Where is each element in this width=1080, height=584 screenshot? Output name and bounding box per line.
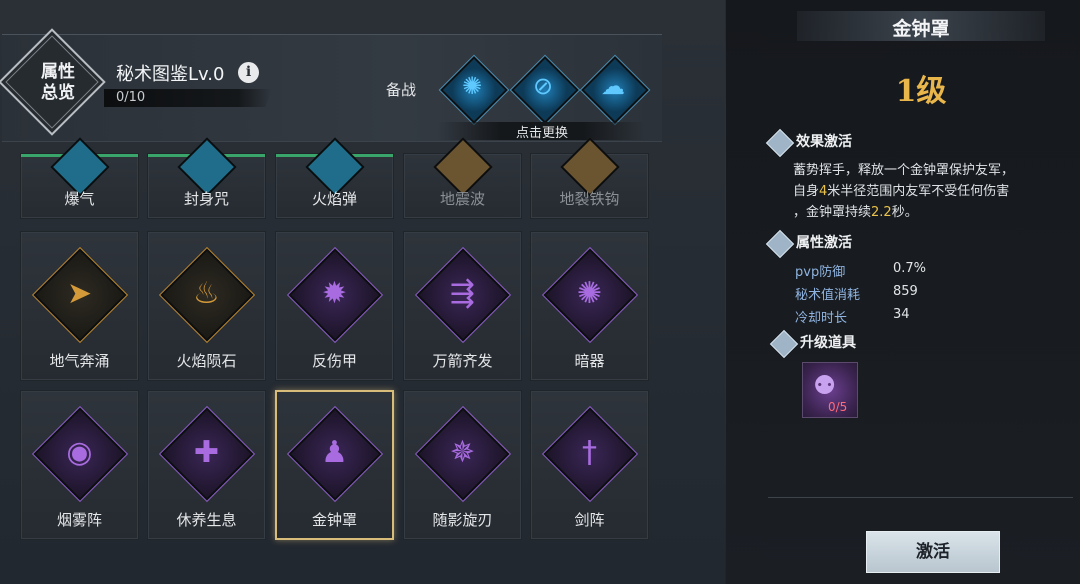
recuperate-icon: ✚	[193, 435, 220, 470]
swap-hint[interactable]: 点击更换	[516, 122, 568, 141]
earth-surge-icon: ➤	[66, 276, 93, 311]
lightning-orb-icon: ✺	[461, 72, 483, 100]
hidden-weapon-icon: ✺	[576, 276, 603, 311]
skill-card-dizhenbo[interactable]: 地震波	[403, 137, 522, 219]
skill-label: 地裂铁钩	[559, 190, 620, 208]
skill-card-yanwuzhen[interactable]: ◉ 烟雾阵	[20, 390, 139, 540]
skill-card-diqibenyong[interactable]: ➤ 地气奔涌	[20, 231, 139, 381]
attribute-overview-label[interactable]: 属性 总览	[28, 62, 88, 104]
codex-progress-text: 0/10	[116, 90, 146, 105]
stat-value-cost: 859	[893, 284, 918, 299]
reserve-label: 备战	[386, 81, 417, 99]
skill-card-anqi[interactable]: ✺ 暗器	[530, 231, 649, 381]
spirit-wisp-icon: ☁	[601, 72, 625, 100]
meteor-flame-icon: ♨	[193, 276, 220, 311]
skill-label: 封身咒	[183, 190, 229, 208]
skill-label: 反伤甲	[311, 352, 357, 370]
skill-scroll-icon: ⚉	[813, 371, 837, 401]
skill-label: 随影旋刃	[432, 511, 493, 529]
skill-card-huoyandan[interactable]: 火焰弹	[275, 137, 394, 219]
skill-label: 地气奔涌	[49, 352, 110, 370]
skill-label: 地震波	[439, 190, 485, 208]
skill-label: 爆气	[64, 190, 95, 208]
effect-section-title: 效果激活	[796, 134, 852, 150]
skill-label: 万箭齐发	[432, 352, 493, 370]
skill-label: 金钟罩	[311, 511, 357, 529]
arrow-volley-icon: ⇶	[449, 276, 476, 311]
upgrade-item-count: 0/5	[828, 400, 848, 414]
smoke-array-icon: ◉	[66, 435, 93, 470]
skill-card-dilietiegou[interactable]: 地裂铁钩	[530, 137, 649, 219]
skill-card-fengshenzhou[interactable]: 封身咒	[147, 137, 266, 219]
skill-name: 金钟罩	[892, 18, 950, 40]
effect-line-3: ，金钟罩持续2.2秒。	[793, 205, 918, 220]
skill-label: 烟雾阵	[56, 511, 102, 529]
sword-array-icon: †	[582, 435, 597, 470]
codex-title: 秘术图鉴Lv.0	[116, 64, 225, 85]
divider	[768, 497, 1073, 498]
shadow-blade-icon: ✵	[449, 435, 476, 470]
skill-label: 火焰弹	[311, 190, 357, 208]
skill-card-xiuyangshengxi[interactable]: ✚ 休养生息	[147, 390, 266, 540]
upgrade-section-title: 升级道具	[800, 335, 856, 351]
stat-name-cost: 秘术值消耗	[795, 288, 861, 303]
skill-label: 剑阵	[574, 511, 605, 529]
activate-button[interactable]: 激活	[866, 531, 1000, 573]
skill-label: 休养生息	[176, 511, 237, 529]
skill-label: 暗器	[574, 352, 605, 370]
stat-value-cooldown: 34	[893, 307, 910, 322]
stat-value-pvp-defense: 0.7%	[893, 261, 927, 276]
info-icon[interactable]: i	[238, 62, 259, 83]
effect-description: 蓄势挥手，释放一个金钟罩保护友军， 自身4米半径范围内友军不受任何伤害 ，金钟罩…	[793, 160, 1073, 223]
skill-level: 1级	[895, 74, 947, 109]
stat-name-cooldown: 冷却时长	[795, 311, 848, 326]
thorn-armor-icon: ✹	[321, 276, 348, 311]
effect-line-2: 自身4米半径范围内友军不受任何伤害	[793, 184, 1010, 199]
skill-card-jinzhongzhao[interactable]: ♟ 金钟罩	[275, 390, 394, 540]
effect-line-1: 蓄势挥手，释放一个金钟罩保护友军，	[793, 163, 1015, 178]
stat-name-pvp-defense: pvp防御	[795, 265, 846, 280]
skill-card-huoyanyunshi[interactable]: ♨ 火焰陨石	[147, 231, 266, 381]
skill-card-jianzhen[interactable]: † 剑阵	[530, 390, 649, 540]
golden-bell-shield-icon: ♟	[321, 435, 348, 470]
skill-label: 火焰陨石	[176, 352, 237, 370]
attribute-section-title: 属性激活	[796, 235, 852, 251]
skill-card-fanshangjia[interactable]: ✹ 反伤甲	[275, 231, 394, 381]
skill-card-suiyingxuanren[interactable]: ✵ 随影旋刃	[403, 390, 522, 540]
skill-card-wanjianqifa[interactable]: ⇶ 万箭齐发	[403, 231, 522, 381]
skill-card-baoqi[interactable]: 爆气	[20, 137, 139, 219]
ward-rune-icon: ⊘	[532, 72, 554, 100]
